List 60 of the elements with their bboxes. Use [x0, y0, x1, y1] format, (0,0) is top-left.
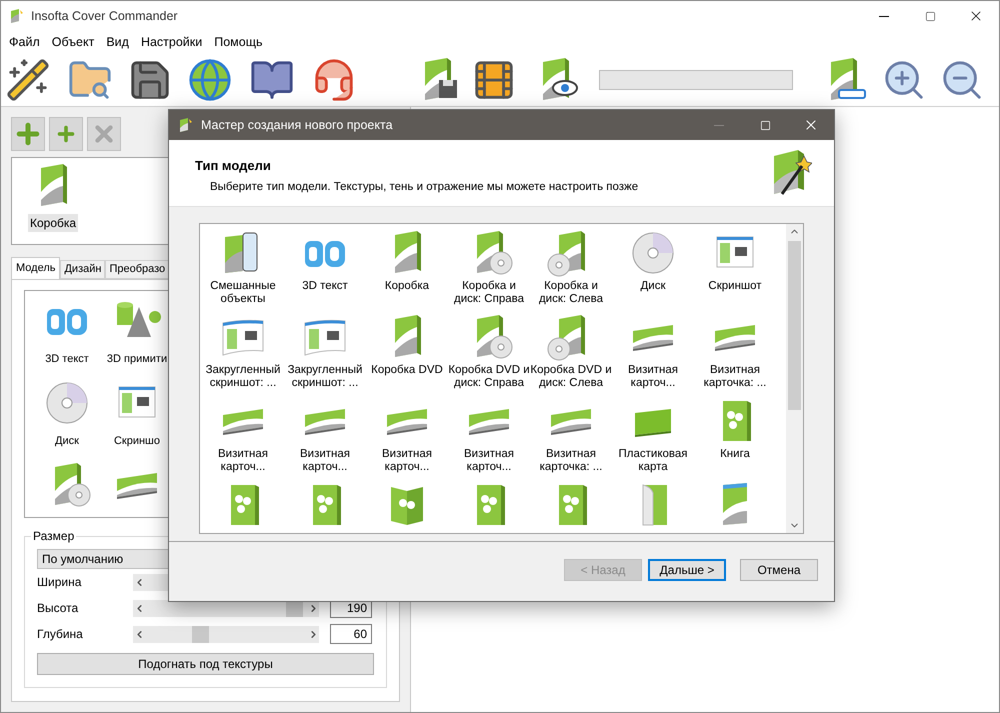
menu-item[interactable]: Объект — [46, 32, 100, 52]
globe-icon[interactable] — [187, 56, 233, 102]
menu-item[interactable]: Настройки — [134, 32, 208, 52]
model-type-label[interactable]: Диск — [640, 280, 666, 293]
tab[interactable]: Модель — [11, 257, 60, 279]
maximize-icon — [760, 120, 770, 130]
model-type-label[interactable]: Коробка и диск: Слева — [530, 280, 612, 306]
size-label: Глубина — [37, 626, 84, 643]
model-type-label[interactable]: 3D текст — [302, 280, 348, 293]
size-label: Ширина — [37, 574, 82, 591]
model-type-label[interactable]: Визитная карточ... — [612, 364, 694, 390]
model-type-label[interactable]: Пластиковая карта — [612, 448, 694, 474]
model-type-label[interactable]: Коробка — [384, 280, 430, 293]
model-type-label[interactable]: Закругленный скриншот: ... — [284, 364, 366, 390]
model-type-label[interactable]: Визитная карточ... — [284, 448, 366, 474]
dialog-subtitle: Выберите тип модели. Текстуры, тень и отражение мы можете настроить позже — [210, 180, 638, 194]
add-copy-button[interactable] — [49, 117, 83, 151]
model-label: 3D примити — [106, 352, 168, 367]
magic-wand-icon[interactable] — [5, 56, 51, 102]
dialog-title: Мастер создания нового проекта — [201, 116, 393, 134]
dialog-heading: Тип модели — [195, 157, 272, 175]
app-icon — [9, 8, 25, 24]
object-item[interactable]: Коробка — [28, 214, 78, 232]
window-title: Insofta Cover Commander — [31, 8, 178, 25]
tab[interactable]: Дизайн — [60, 260, 106, 279]
model-type-label[interactable]: Коробка DVD и диск: Слева — [530, 364, 612, 390]
model-type-label[interactable]: Визитная карточ... — [366, 448, 448, 474]
model-label: 3D текст — [45, 352, 89, 367]
model-label: Диск — [55, 434, 79, 449]
scroll-thumb[interactable] — [788, 241, 801, 410]
model-label: Скриншо — [114, 434, 160, 449]
model-type-label[interactable]: Коробка DVD и диск: Справа — [448, 364, 530, 390]
model-type-label[interactable]: Коробка DVD — [371, 364, 443, 377]
cancel-button[interactable]: Отмена — [740, 559, 818, 581]
minimize-icon — [714, 124, 724, 126]
model-type-label[interactable]: Скриншот — [708, 280, 762, 293]
size-label: Высота — [37, 600, 80, 617]
maximize-icon — [924, 10, 936, 22]
plus-icon — [55, 123, 77, 145]
toolbar-field[interactable] — [599, 70, 793, 90]
menu-item[interactable]: Вид — [100, 32, 135, 52]
tab[interactable]: Преобразо — [105, 260, 170, 279]
model-type-label[interactable]: Закругленный скриншот: ... — [202, 364, 284, 390]
group-title: Размер — [31, 529, 76, 543]
size-value-field[interactable]: 60 — [330, 624, 372, 644]
model-type-label[interactable]: Визитная карточка: ... — [530, 448, 612, 474]
model-type-label[interactable]: Визитная карточка: ... — [694, 364, 776, 390]
add-button[interactable] — [11, 117, 45, 151]
slider-thumb[interactable] — [192, 626, 209, 642]
next-button[interactable]: Дальше > — [648, 559, 726, 581]
model-type-label[interactable]: Визитная карточ... — [202, 448, 284, 474]
menu-item[interactable]: Помощь — [208, 32, 269, 52]
wizard-app-icon — [178, 117, 194, 133]
menu-item[interactable]: Файл — [3, 32, 46, 52]
model-type-label[interactable]: Визитная карточ... — [448, 448, 530, 474]
model-type-label[interactable]: Книга — [720, 448, 750, 461]
scrollbar[interactable] — [786, 224, 803, 533]
model-type-label[interactable]: Коробка и диск: Справа — [448, 280, 530, 306]
fit-to-textures-button[interactable]: Подогнать под текстуры — [37, 653, 374, 675]
model-type-label[interactable]: Смешанные объекты — [202, 280, 284, 306]
